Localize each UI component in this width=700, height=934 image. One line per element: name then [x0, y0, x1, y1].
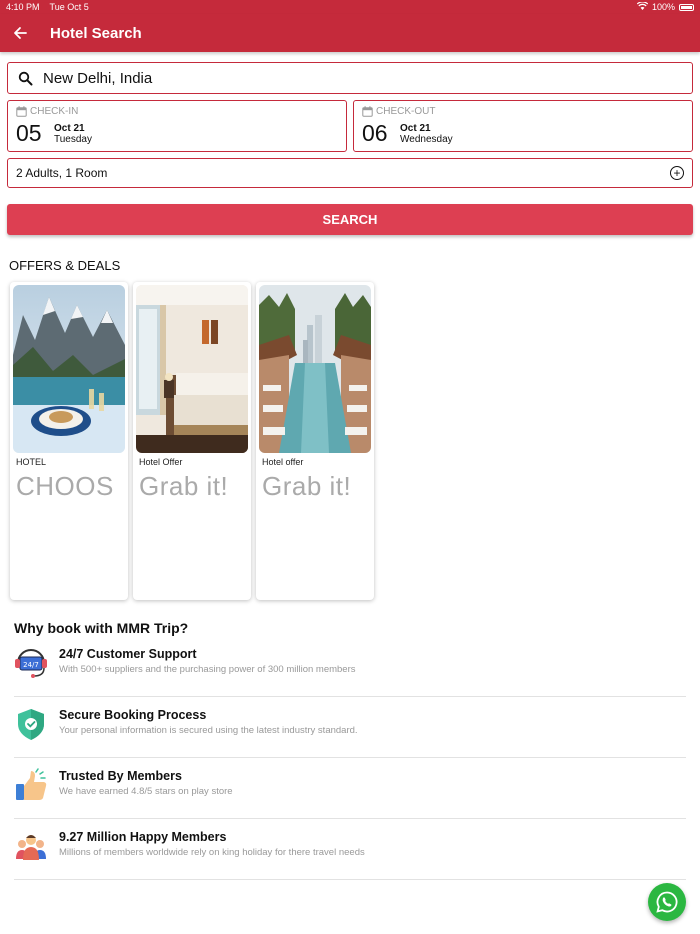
offer-card[interactable]: Hotel Offer Grab it!	[133, 282, 251, 600]
whatsapp-icon	[656, 891, 678, 913]
offer-headline: Grab it!	[139, 471, 229, 501]
offer-headline: CHOOS	[16, 471, 114, 501]
location-value: New Delhi, India	[43, 69, 153, 87]
calendar-icon	[362, 106, 373, 117]
feature-description: Millions of members worldwide rely on ki…	[59, 847, 365, 858]
feature-description: With 500+ suppliers and the purchasing p…	[59, 664, 356, 675]
guests-rooms-field[interactable]: 2 Adults, 1 Room +	[7, 158, 693, 188]
why-book-title: Why book with MMR Trip?	[14, 620, 189, 636]
check-out-label: CHECK-OUT	[376, 106, 436, 117]
add-circle-icon[interactable]: +	[670, 166, 684, 180]
guests-value: 2 Adults, 1 Room	[16, 166, 108, 180]
feature-title: 24/7 Customer Support	[59, 647, 197, 661]
search-icon	[18, 71, 33, 85]
shield-check-icon	[14, 707, 48, 741]
battery-percent: 100%	[651, 2, 675, 12]
page-title: Hotel Search	[50, 24, 142, 42]
check-in-field[interactable]: CHECK-IN 05 Oct 21 Tuesday	[7, 100, 347, 152]
status-bar: 4:10 PM Tue Oct 5 100%	[0, 0, 700, 14]
wifi-icon	[636, 1, 649, 12]
feature-item-trusted: Trusted By Members We have earned 4.8/5 …	[14, 758, 686, 819]
offer-tag: HOTEL	[16, 457, 47, 467]
check-out-month: Oct 21	[400, 123, 431, 134]
app-bar: Hotel Search	[0, 14, 700, 52]
feature-description: We have earned 4.8/5 stars on play store	[59, 786, 233, 797]
calendar-icon	[16, 106, 27, 117]
search-button[interactable]: SEARCH	[7, 204, 693, 235]
feature-item-support: 24/7 24/7 Customer Support With 500+ sup…	[14, 636, 686, 697]
check-out-day: 06	[362, 120, 388, 146]
status-time: 4:10 PM	[6, 2, 40, 12]
offers-section-title: OFFERS & DEALS	[9, 258, 121, 273]
back-button[interactable]	[0, 14, 40, 52]
check-in-label: CHECK-IN	[30, 106, 79, 117]
whatsapp-button[interactable]	[648, 883, 686, 921]
feature-title: 9.27 Million Happy Members	[59, 830, 227, 844]
offer-image-mountain-lake	[13, 285, 125, 453]
offer-card[interactable]: Hotel offer Grab it!	[256, 282, 374, 600]
offer-image-pool-resort	[259, 285, 371, 453]
offer-image-hotel-room	[136, 285, 248, 453]
check-out-weekday: Wednesday	[400, 134, 453, 145]
support-icon: 24/7	[14, 646, 48, 680]
feature-item-secure: Secure Booking Process Your personal inf…	[14, 697, 686, 758]
feature-title: Trusted By Members	[59, 769, 182, 783]
status-date: Tue Oct 5	[49, 2, 89, 12]
feature-description: Your personal information is secured usi…	[59, 725, 358, 736]
battery-icon	[679, 3, 694, 11]
offer-tag: Hotel offer	[262, 457, 304, 467]
check-in-month: Oct 21	[54, 123, 85, 134]
thumbs-up-icon	[14, 768, 48, 802]
check-out-field[interactable]: CHECK-OUT 06 Oct 21 Wednesday	[353, 100, 693, 152]
people-icon	[14, 829, 48, 863]
arrow-back-icon	[14, 27, 27, 39]
feature-item-members: 9.27 Million Happy Members Millions of m…	[14, 819, 686, 880]
support-icon-text: 24/7	[23, 661, 39, 669]
offer-headline: Grab it!	[262, 471, 352, 501]
offer-card[interactable]: HOTEL CHOOS	[10, 282, 128, 600]
location-search-field[interactable]: New Delhi, India	[7, 62, 693, 94]
feature-title: Secure Booking Process	[59, 708, 207, 722]
check-in-day: 05	[16, 120, 42, 146]
check-in-weekday: Tuesday	[54, 134, 92, 145]
offer-tag: Hotel Offer	[139, 457, 183, 467]
